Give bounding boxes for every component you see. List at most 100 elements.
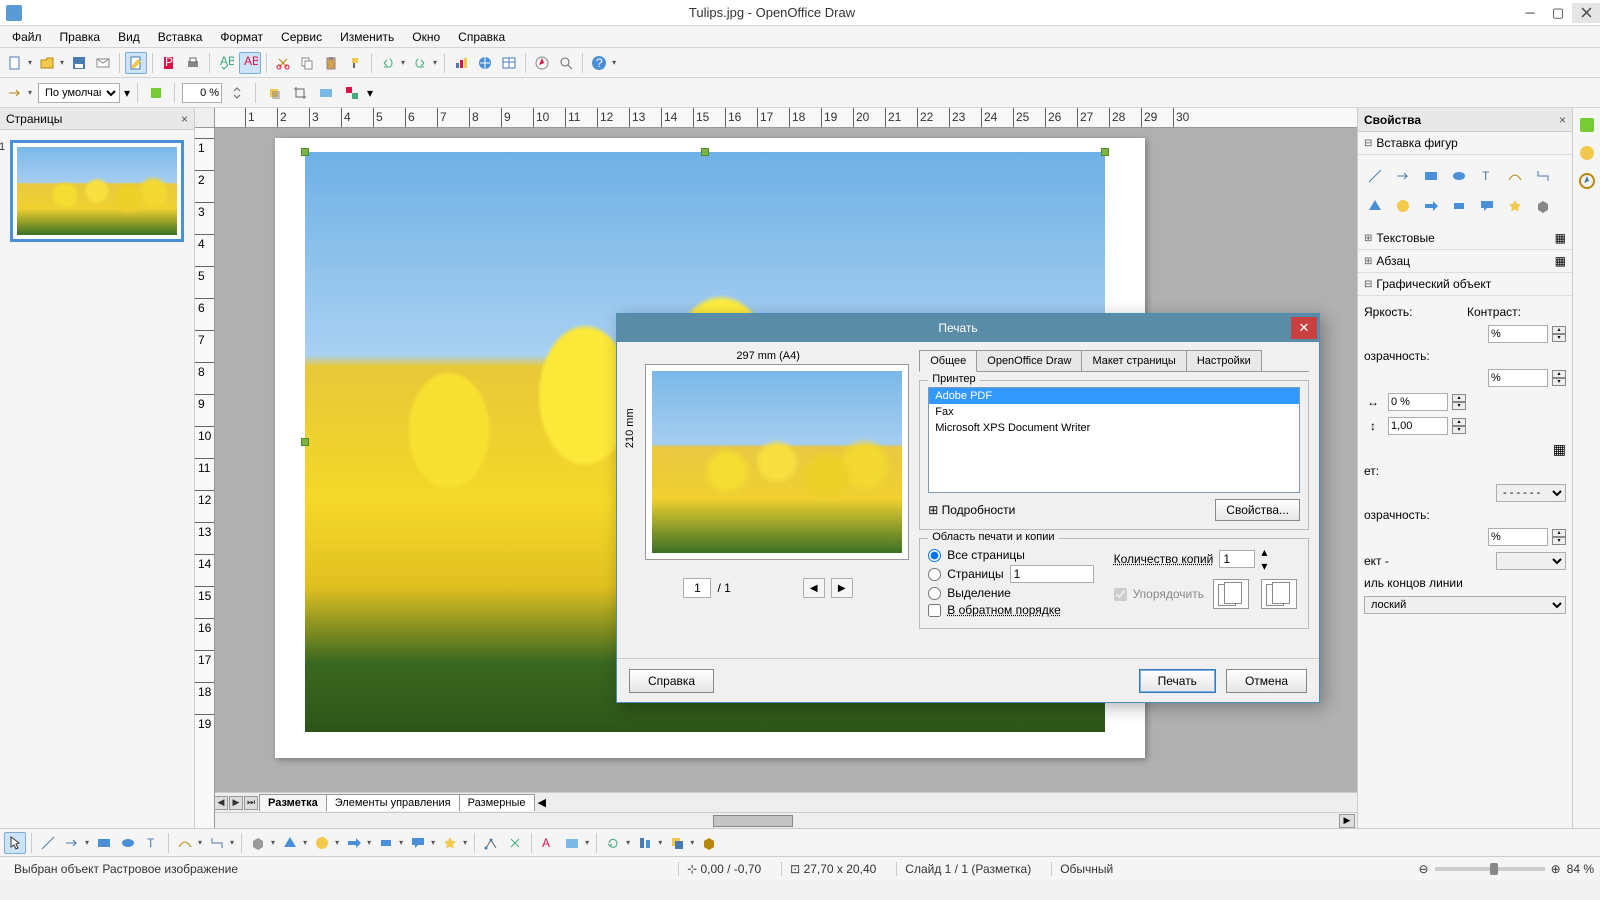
tab-layout[interactable]: Макет страницы bbox=[1081, 350, 1186, 371]
gallery-gadget-icon[interactable] bbox=[1576, 142, 1598, 164]
transp2-input[interactable] bbox=[1488, 528, 1548, 546]
fontwork-tool[interactable]: A bbox=[537, 832, 559, 854]
tab-prev-button[interactable]: ◀ bbox=[214, 796, 228, 810]
layer-tab[interactable]: Элементы управления bbox=[326, 794, 460, 811]
resize-handle[interactable] bbox=[301, 148, 309, 156]
smiley-icon[interactable] bbox=[1392, 195, 1414, 217]
replace-color-button[interactable] bbox=[341, 82, 363, 104]
connector-tool[interactable]: ▾ bbox=[206, 832, 236, 854]
preview-page-input[interactable] bbox=[683, 578, 711, 598]
menu-edit[interactable]: Правка bbox=[52, 28, 109, 46]
menu-help[interactable]: Справка bbox=[450, 28, 513, 46]
width-input[interactable] bbox=[1388, 393, 1448, 411]
tab-settings[interactable]: Настройки bbox=[1186, 350, 1262, 371]
pages-input[interactable] bbox=[1010, 565, 1094, 583]
rotate-tool[interactable]: ▾ bbox=[602, 832, 632, 854]
help-button[interactable]: ?▾ bbox=[588, 52, 618, 74]
printer-item[interactable]: Adobe PDF bbox=[929, 388, 1299, 404]
gluepoint-tool[interactable] bbox=[504, 832, 526, 854]
ellipse-icon[interactable] bbox=[1448, 165, 1470, 187]
edit-doc-button[interactable] bbox=[125, 52, 147, 74]
format-paint-button[interactable] bbox=[344, 52, 366, 74]
selection-radio[interactable] bbox=[928, 587, 941, 600]
close-button[interactable] bbox=[1572, 3, 1600, 23]
height-input[interactable] bbox=[1388, 417, 1448, 435]
text-icon[interactable]: T bbox=[1476, 165, 1498, 187]
maximize-button[interactable]: ▢ bbox=[1544, 3, 1572, 23]
basic-shapes-tool[interactable]: ▾ bbox=[279, 832, 309, 854]
paste-button[interactable] bbox=[320, 52, 342, 74]
pages-close-icon[interactable]: × bbox=[181, 112, 188, 126]
arrow-style-button[interactable]: ▾ bbox=[4, 82, 34, 104]
reverse-checkbox[interactable] bbox=[928, 604, 941, 617]
help-button[interactable]: Справка bbox=[629, 669, 714, 693]
3d-tool[interactable]: ▾ bbox=[247, 832, 277, 854]
star-tool[interactable]: ▾ bbox=[439, 832, 469, 854]
copies-input[interactable] bbox=[1219, 550, 1255, 568]
flowchart-icon[interactable] bbox=[1448, 195, 1470, 217]
menu-view[interactable]: Вид bbox=[110, 28, 148, 46]
props-gadget-icon[interactable] bbox=[1576, 114, 1598, 136]
resize-handle[interactable] bbox=[701, 148, 709, 156]
hyperlink-button[interactable] bbox=[474, 52, 496, 74]
tab-draw[interactable]: OpenOffice Draw bbox=[976, 350, 1082, 371]
nav-gadget-icon[interactable] bbox=[1576, 170, 1598, 192]
transparency-input[interactable] bbox=[1488, 369, 1548, 387]
tab-last-button[interactable]: ⏭ bbox=[244, 796, 258, 810]
pdf-button[interactable]: PDF bbox=[158, 52, 180, 74]
chart-button[interactable] bbox=[450, 52, 472, 74]
callout-tool[interactable]: ▾ bbox=[407, 832, 437, 854]
copy-button[interactable] bbox=[296, 52, 318, 74]
arrange-tool[interactable]: ▾ bbox=[666, 832, 696, 854]
printer-item[interactable]: Microsoft XPS Document Writer bbox=[929, 420, 1299, 436]
navigator-button[interactable] bbox=[531, 52, 553, 74]
print-button[interactable]: Печать bbox=[1139, 669, 1216, 693]
dialog-close-button[interactable]: ✕ bbox=[1291, 317, 1317, 339]
flowchart-tool[interactable]: ▾ bbox=[375, 832, 405, 854]
cancel-button[interactable]: Отмена bbox=[1226, 669, 1307, 693]
section-text[interactable]: Текстовые▦ bbox=[1358, 227, 1572, 250]
arrow-icon[interactable] bbox=[1392, 165, 1414, 187]
zoom-input[interactable] bbox=[182, 83, 222, 103]
undo-button[interactable]: ▾ bbox=[377, 52, 407, 74]
more-icon[interactable]: ▦ bbox=[1553, 441, 1566, 458]
zoom-slider[interactable] bbox=[1435, 867, 1545, 871]
tab-general[interactable]: Общее bbox=[919, 350, 977, 372]
save-button[interactable] bbox=[68, 52, 90, 74]
minimize-button[interactable]: ─ bbox=[1516, 3, 1544, 23]
menu-modify[interactable]: Изменить bbox=[332, 28, 402, 46]
menu-window[interactable]: Окно bbox=[404, 28, 448, 46]
spin-buttons[interactable] bbox=[226, 82, 248, 104]
print-button[interactable] bbox=[182, 52, 204, 74]
crop-button[interactable] bbox=[289, 82, 311, 104]
table-button[interactable] bbox=[498, 52, 520, 74]
menu-tools[interactable]: Сервис bbox=[273, 28, 330, 46]
ellipse-tool[interactable] bbox=[117, 832, 139, 854]
preview-prev-button[interactable]: ◀ bbox=[803, 578, 825, 598]
fill-color-button[interactable] bbox=[145, 82, 167, 104]
cap-select[interactable]: лоский bbox=[1364, 596, 1566, 614]
section-para[interactable]: Абзац▦ bbox=[1358, 250, 1572, 273]
zoom-out-icon[interactable]: ⊖ bbox=[1419, 862, 1429, 876]
printer-properties-button[interactable]: Свойства... bbox=[1215, 499, 1300, 521]
align-tool[interactable]: ▾ bbox=[634, 832, 664, 854]
color-select[interactable]: - - - - - - bbox=[1496, 484, 1566, 502]
from-file-tool[interactable]: ▾ bbox=[561, 832, 591, 854]
block-arrow-icon[interactable] bbox=[1420, 195, 1442, 217]
preview-next-button[interactable]: ▶ bbox=[831, 578, 853, 598]
text-tool[interactable]: T bbox=[141, 832, 163, 854]
rect-tool[interactable] bbox=[93, 832, 115, 854]
rect-icon[interactable] bbox=[1420, 165, 1442, 187]
printer-list[interactable]: Adobe PDF Fax Microsoft XPS Document Wri… bbox=[928, 387, 1300, 493]
resize-handle[interactable] bbox=[1101, 148, 1109, 156]
open-button[interactable]: ▾ bbox=[36, 52, 66, 74]
section-shapes[interactable]: Вставка фигур bbox=[1358, 132, 1572, 155]
zoom-in-icon[interactable]: ⊕ bbox=[1551, 862, 1561, 876]
curve-tool[interactable]: ▾ bbox=[174, 832, 204, 854]
details-toggle[interactable]: ⊞ Подробности bbox=[928, 503, 1015, 517]
select-tool[interactable] bbox=[4, 832, 26, 854]
pages-radio[interactable] bbox=[928, 568, 941, 581]
spellcheck-button[interactable]: ABC bbox=[215, 52, 237, 74]
tab-next-button[interactable]: ▶ bbox=[229, 796, 243, 810]
email-button[interactable] bbox=[92, 52, 114, 74]
